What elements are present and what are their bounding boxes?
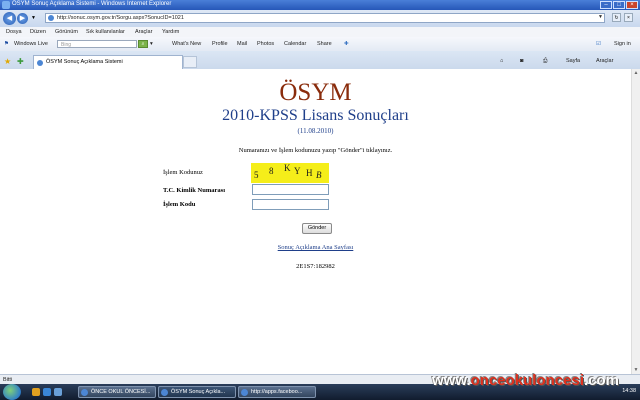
url-text: http://sonuc.osym.gov.tr/Sorgu.aspx?Sonu… — [57, 15, 184, 21]
minimize-icon[interactable]: – — [600, 1, 612, 9]
search-icon[interactable]: ⌕ — [138, 40, 148, 48]
history-dropdown-icon[interactable]: ▼ — [31, 15, 36, 21]
page-menu[interactable]: Sayfa — [566, 58, 580, 64]
link-whats-new[interactable]: What's New — [172, 41, 201, 47]
home-page-link[interactable]: Sonuç Açıklama Ana Sayfası — [0, 244, 631, 251]
favorites-star-icon[interactable]: ★ — [4, 57, 11, 66]
scroll-up-icon[interactable]: ▲ — [632, 69, 640, 77]
menu-tools[interactable]: Araçlar — [135, 29, 152, 35]
scroll-down-icon[interactable]: ▼ — [632, 366, 640, 374]
explorer-quicklaunch-icon[interactable] — [32, 388, 40, 396]
tc-kimlik-input[interactable] — [252, 184, 329, 195]
task-ie-icon — [81, 389, 88, 396]
link-calendar[interactable]: Calendar — [284, 41, 306, 47]
captcha-image: 5 8 K Y H B — [251, 163, 329, 183]
close-icon[interactable]: × — [626, 1, 638, 9]
tc-label: T.C. Kimlik Numarası — [163, 187, 225, 194]
islem-kodu-input[interactable] — [252, 199, 329, 210]
address-dropdown-icon[interactable]: ▼ — [598, 14, 603, 20]
window-title: ÖSYM Sonuç Açıklama Sistemi - Windows In… — [12, 1, 172, 7]
address-bar[interactable]: http://sonuc.osym.gov.tr/Sorgu.aspx?Sonu… — [45, 13, 605, 23]
toolbar-extra-icon[interactable]: ✚ — [344, 41, 349, 47]
task-button-2[interactable]: ÖSYM Sonuç Açıkla... — [158, 386, 236, 398]
status-text: Bitti — [3, 377, 13, 383]
submit-button[interactable]: Gönder — [302, 223, 332, 234]
ie-icon — [2, 1, 10, 9]
menu-edit[interactable]: Düzen — [30, 29, 46, 35]
refresh-icon[interactable]: ↻ — [612, 13, 621, 22]
add-favorite-icon[interactable]: ✚ — [17, 57, 24, 66]
back-icon[interactable]: ◀ — [3, 12, 16, 25]
tab-favicon — [37, 60, 43, 66]
forward-icon[interactable]: ▶ — [17, 13, 28, 24]
address-tools: ↻ × — [612, 13, 633, 22]
windows-live-link[interactable]: Windows Live — [14, 41, 48, 47]
new-tab-button[interactable] — [183, 56, 197, 68]
task-button-3[interactable]: http://apps.faceboo... — [238, 386, 316, 398]
menu-favorites[interactable]: Sık kullanılanlar — [86, 29, 125, 35]
vertical-scrollbar[interactable]: ▲ ▼ — [631, 69, 640, 374]
window-titlebar: ÖSYM Sonuç Açıklama Sistemi - Windows In… — [0, 0, 640, 10]
task-ie-icon — [241, 389, 248, 396]
link-profile[interactable]: Profile — [212, 41, 228, 47]
instruction-text: Numaranızı ve İşlem kodunuzu yazıp "Gönd… — [238, 147, 393, 154]
tab-active[interactable]: ÖSYM Sonuç Açıklama Sistemi — [33, 55, 183, 69]
tab-label: ÖSYM Sonuç Açıklama Sistemi — [46, 59, 123, 65]
code-label: İşlem Kodu — [163, 201, 196, 208]
bing-dropdown-icon[interactable]: ▾ — [150, 41, 153, 47]
menu-file[interactable]: Dosya — [6, 29, 22, 35]
maximize-icon[interactable]: □ — [613, 1, 625, 9]
links-bar: ⚑ Windows Live Bing ⌕ ▾ What's New Profi… — [0, 37, 640, 52]
menu-view[interactable]: Görünüm — [55, 29, 78, 35]
exam-date: (11.08.2010) — [297, 127, 334, 135]
clock[interactable]: 14:38 — [622, 388, 636, 394]
captcha-label: İşlem Kodunuz — [163, 169, 203, 176]
link-mail[interactable]: Mail — [237, 41, 247, 47]
link-share[interactable]: Share — [317, 41, 332, 47]
tab-bar: ★ ✚ ÖSYM Sonuç Açıklama Sistemi ⌂ ◙ ⎙ Sa… — [0, 51, 640, 70]
menu-help[interactable]: Yardım — [162, 29, 179, 35]
task-ie-icon — [161, 389, 168, 396]
windows-live-icon: ⚑ — [4, 41, 9, 47]
desktop-quicklaunch-icon[interactable] — [54, 388, 62, 396]
address-row: ◀ ▶ ▼ http://sonuc.osym.gov.tr/Sorgu.asp… — [0, 10, 640, 27]
stop-icon[interactable]: × — [624, 13, 633, 22]
brand-title: ÖSYM — [279, 79, 352, 106]
signin-link[interactable]: Sign in — [614, 41, 631, 47]
page-content: ÖSYM 2010-KPSS Lisans Sonuçları (11.08.2… — [0, 69, 631, 374]
tools-menu[interactable]: Araçlar — [596, 58, 613, 64]
page-favicon — [48, 15, 54, 21]
feeds-icon[interactable]: ◙ — [520, 58, 523, 64]
ie-quicklaunch-icon[interactable] — [43, 388, 51, 396]
start-button[interactable] — [3, 384, 21, 400]
bing-search-input[interactable]: Bing — [57, 40, 137, 48]
home-icon[interactable]: ⌂ — [500, 58, 503, 64]
link-photos[interactable]: Photos — [257, 41, 274, 47]
task-button-1[interactable]: ÖNCE OKUL ÖNCESİ... — [78, 386, 156, 398]
page-title: 2010-KPSS Lisans Sonuçları — [222, 107, 409, 124]
print-icon[interactable]: ⎙ — [543, 58, 547, 65]
window-controls: – □ × — [600, 1, 638, 9]
session-code: 2E1S7:182982 — [296, 263, 335, 270]
toolbar-check-icon[interactable]: ☑ — [596, 41, 601, 47]
site-watermark: www.onceokuloncesi.com — [432, 372, 620, 389]
